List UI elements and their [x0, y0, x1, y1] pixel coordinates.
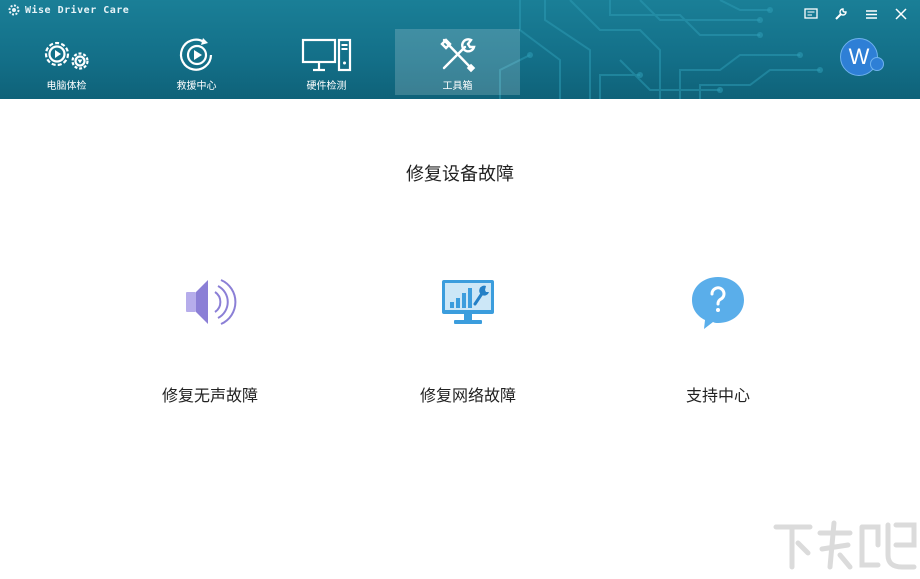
avatar-status-dot: [870, 57, 884, 71]
nav-item-pc-checkup[interactable]: 电脑体检: [4, 29, 129, 95]
nav-item-toolbox[interactable]: 工具箱: [395, 29, 520, 95]
feedback-icon[interactable]: [800, 4, 822, 24]
tools-wrench-screwdriver-icon: [395, 35, 520, 75]
nav-item-hardware-detect[interactable]: 硬件检测: [264, 29, 389, 95]
nav-label: 工具箱: [442, 81, 473, 92]
tool-fix-network[interactable]: 修复网络故障: [368, 270, 568, 420]
titlebar: Wise Driver Care: [8, 3, 129, 17]
menu-icon[interactable]: [860, 4, 882, 24]
tool-support-center[interactable]: 支持中心: [618, 270, 818, 420]
speaker-icon: [110, 270, 310, 334]
rescue-play-icon: [134, 35, 259, 75]
tool-label: 修复无声故障: [161, 386, 258, 405]
gears-play-icon: [4, 35, 129, 75]
help-bubble-icon: [618, 270, 818, 334]
app-title: Wise Driver Care: [25, 4, 130, 16]
window-controls: [800, 4, 912, 24]
page-title: 修复设备故障: [406, 164, 514, 185]
site-watermark: [773, 520, 917, 570]
app-header: Wise Driver Care 电脑体检 救援中心 硬件检测 工具箱 W: [0, 0, 920, 99]
nav-label: 电脑体检: [46, 81, 87, 92]
tool-label: 支持中心: [685, 386, 750, 405]
close-icon[interactable]: [890, 4, 912, 24]
monitor-network-icon: [368, 270, 568, 334]
settings-wrench-icon[interactable]: [830, 4, 852, 24]
nav-label: 救援中心: [176, 81, 217, 92]
nav-item-rescue-center[interactable]: 救援中心: [134, 29, 259, 95]
nav-label: 硬件检测: [306, 81, 347, 92]
app-logo-icon: [8, 1, 20, 20]
computer-hardware-icon: [264, 35, 389, 75]
tool-fix-no-sound[interactable]: 修复无声故障: [110, 270, 310, 420]
user-avatar[interactable]: W: [840, 38, 878, 76]
tool-label: 修复网络故障: [419, 386, 516, 405]
